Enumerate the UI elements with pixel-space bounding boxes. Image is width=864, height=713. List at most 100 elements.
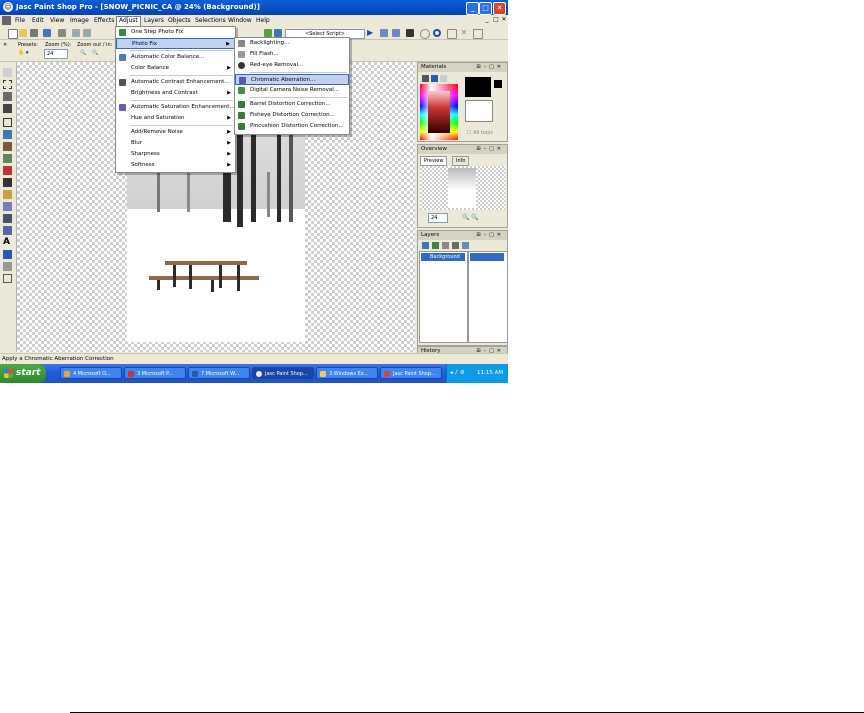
move-tool-icon[interactable] [3,104,12,113]
paint-brush-icon[interactable] [3,142,12,151]
pan-tool-icon[interactable] [3,68,12,77]
menu-effects[interactable]: Effects [92,16,116,25]
undo-icon[interactable] [72,29,80,37]
taskbar-item-microsoft-word[interactable]: 7 Microsoft W... [188,367,250,379]
zoom-input[interactable]: 24 [44,49,68,59]
dodge-tool-icon[interactable] [3,178,12,187]
presets-dropdown[interactable]: ✋ ▾ [18,50,28,56]
menu-item-fill-flash[interactable]: Fill Flash... [235,49,349,60]
taskbar-item-microsoft-outlook[interactable]: 4 Microsoft O... [60,367,122,379]
zoom-in-icon[interactable]: 🔍 [92,50,98,56]
layer-properties-icon[interactable] [462,242,469,249]
menu-item-add-remove-noise[interactable]: Add/Remove Noise ▶ [116,127,235,138]
menu-item-photo-fix[interactable]: Photo Fix ▶ [116,38,235,49]
app-icon[interactable]: ☺ [3,2,13,12]
menu-item-one-step-photo-fix[interactable]: One Step Photo Fix [116,27,235,38]
menu-objects[interactable]: Objects [166,16,193,25]
clone-brush-icon[interactable] [3,154,12,163]
eraser-tool-icon[interactable] [3,166,12,175]
overview-preview[interactable] [420,166,505,210]
menu-edit[interactable]: Edit [30,16,46,25]
menu-item-automatic-contrast[interactable]: Automatic Contrast Enhancement... [116,77,235,88]
flood-fill-icon[interactable] [3,214,12,223]
run-script-icon[interactable]: ▶ [367,29,375,37]
doc-close-button[interactable]: ✕ [500,16,508,24]
print-icon[interactable] [58,29,66,37]
toolbar-tool-icon[interactable] [264,29,272,37]
tray-icons[interactable]: ◂ ♪ ⚙ [450,364,465,383]
open-folder-icon[interactable] [19,29,27,37]
menu-item-blur[interactable]: Blur ▶ [116,138,235,149]
swatches-tab-icon[interactable] [440,75,447,82]
fill-color-swatch[interactable] [465,100,493,122]
save-script-icon[interactable] [447,29,457,39]
browse-icon[interactable] [30,29,38,37]
frame-tab-icon[interactable] [422,75,429,82]
doc-restore-button[interactable]: □ [492,16,500,24]
foreground-color-swatch[interactable] [465,77,491,97]
menu-item-automatic-color-balance[interactable]: Automatic Color Balance... [116,52,235,63]
dropper-tool-icon[interactable] [3,130,12,139]
taskbar-item-paint-shop-pro[interactable]: Jasc Paint Shop... [252,367,314,379]
menu-item-red-eye-removal[interactable]: Red-eye Removal... [235,60,349,71]
menu-item-barrel-distortion[interactable]: Barrel Distortion Correction... [235,99,349,110]
redo-icon[interactable] [83,29,91,37]
script-output-icon[interactable] [392,29,400,37]
retouch-tool-icon[interactable] [3,190,12,199]
crop-tool-icon[interactable] [3,92,12,101]
selection-tool-icon[interactable] [3,80,12,89]
new-mask-icon[interactable] [452,242,459,249]
options-close-icon[interactable]: ✕ [3,42,7,48]
rainbow-tab-icon[interactable] [431,75,438,82]
menu-item-automatic-saturation[interactable]: Automatic Saturation Enhancement... [116,102,235,113]
taskbar-item-windows-explorer[interactable]: 3 Windows Ex... [316,367,378,379]
menu-item-fisheye-distortion[interactable]: Fisheye Distortion Correction... [235,110,349,121]
tab-preview[interactable]: Preview [420,156,448,166]
menu-selections[interactable]: Selections [193,16,228,25]
menu-item-color-balance[interactable]: Color Balance ▶ [116,63,235,74]
document-icon[interactable] [2,16,11,25]
new-file-icon[interactable] [8,29,18,39]
new-layer-icon[interactable] [422,242,429,249]
toolbar-tool-icon[interactable] [274,29,282,37]
preset-shape-icon[interactable] [3,250,12,259]
all-tools-checkbox[interactable]: ☐ All tools [467,130,493,136]
menu-file[interactable]: File [13,16,27,25]
menu-item-sharpness[interactable]: Sharpness ▶ [116,149,235,160]
menu-item-backlighting[interactable]: Backlighting... [235,38,349,49]
layer-visibility-toggle[interactable] [470,253,504,261]
menu-item-brightness-contrast[interactable]: Brightness and Contrast ▶ [116,88,235,99]
taskbar-item-paint-shop-pro-2[interactable]: Jasc Paint Shop... [380,367,442,379]
menu-layers[interactable]: Layers [142,16,166,25]
menu-item-pincushion-distortion[interactable]: Pincushion Distortion Correction... [235,121,349,132]
background-color-swatch[interactable] [494,80,502,88]
menu-help[interactable]: Help [254,16,272,25]
record-script-icon[interactable] [406,29,414,37]
doc-minimize-button[interactable]: _ [483,16,491,24]
pen-tool-icon[interactable] [3,262,12,271]
zoom-out-icon[interactable]: 🔍 [80,50,86,56]
menu-item-hue-saturation[interactable]: Hue and Saturation ▶ [116,113,235,124]
color-shade-area[interactable] [428,91,450,133]
object-selector-icon[interactable] [3,274,12,283]
script-options-icon[interactable] [473,29,483,39]
picture-tube-icon[interactable] [3,226,12,235]
cancel-script-icon[interactable]: ✕ [460,29,468,37]
taskbar-item-microsoft-powerpoint[interactable]: 3 Microsoft P... [124,367,186,379]
menu-view[interactable]: View [48,16,66,25]
menu-image[interactable]: Image [68,16,91,25]
menu-item-noise-removal[interactable]: Digital Camera Noise Removal... [235,85,349,96]
stop-icon[interactable] [433,29,441,37]
menu-item-chromatic-aberration[interactable]: Chromatic Aberration... [235,74,349,85]
start-button[interactable]: start [0,364,46,383]
maximize-button[interactable]: □ [479,2,492,15]
save-icon[interactable] [43,29,51,37]
pause-icon[interactable] [420,29,430,39]
minimize-button[interactable]: _ [466,2,479,15]
new-adjustment-layer-icon[interactable] [442,242,449,249]
overview-zoom-icons[interactable]: 🔍 🔍 [462,214,479,221]
deform-tool-icon[interactable] [3,118,12,127]
new-vector-layer-icon[interactable] [432,242,439,249]
tab-info[interactable]: Info [452,156,470,166]
text-tool-icon[interactable]: A [3,238,12,247]
